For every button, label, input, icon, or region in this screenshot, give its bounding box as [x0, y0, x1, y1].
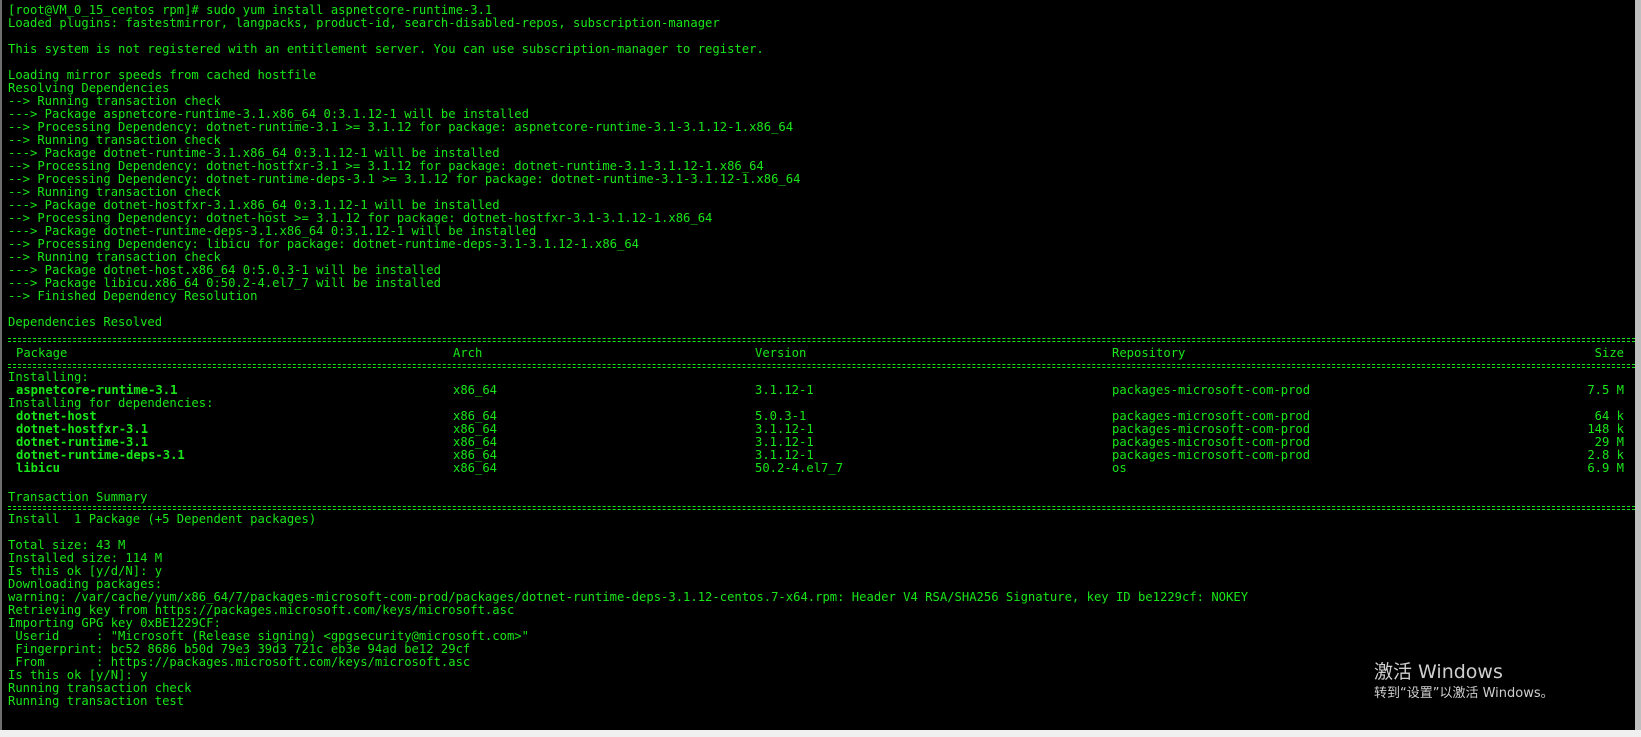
terminal-line: Dependencies Resolved — [8, 315, 163, 329]
watermark-subtitle: 转到“设置”以激活 Windows。 — [1374, 686, 1554, 701]
terminal-line: This system is not registered with an en… — [8, 42, 764, 56]
cell-size: 7.5 M — [1587, 383, 1624, 397]
header-size: Size — [1594, 346, 1624, 360]
cell-version: 50.2-4.el7_7 — [755, 461, 844, 475]
table-separator-summary — [8, 506, 1635, 510]
table-separator-mid — [8, 364, 1635, 368]
terminal-window[interactable]: [root@VM_0_15_centos rpm]# sudo yum inst… — [0, 0, 1641, 730]
header-package: Package — [16, 346, 68, 360]
cell-size: 6.9 M — [1587, 461, 1624, 475]
header-arch: Arch — [453, 346, 483, 360]
cell-arch: x86_64 — [453, 383, 498, 397]
terminal-line: Loaded plugins: fastestmirror, langpacks… — [8, 16, 720, 30]
cell-version: 3.1.12-1 — [755, 383, 814, 397]
watermark-title: 激活 Windows — [1374, 661, 1503, 683]
cell-repository: packages-microsoft-com-prod — [1112, 383, 1311, 397]
terminal-line: --> Finished Dependency Resolution — [8, 289, 258, 303]
cell-arch: x86_64 — [453, 461, 498, 475]
window-bottom-edge — [0, 730, 1641, 737]
table-separator-top — [8, 338, 1635, 342]
header-version: Version — [755, 346, 807, 360]
transaction-summary: Transaction Summary — [8, 490, 148, 504]
cell-package: libicu — [16, 461, 61, 475]
header-repository: Repository — [1112, 346, 1186, 360]
cell-repository: packages-microsoft-com-prod — [1112, 448, 1311, 462]
install-summary: Install 1 Package (+5 Dependent packages… — [8, 512, 317, 526]
cell-repository: os — [1112, 461, 1127, 475]
terminal-line: Running transaction test — [8, 694, 185, 708]
windows-activation-watermark: 激活 Windows 转到“设置”以激活 Windows。 — [1374, 660, 1554, 704]
